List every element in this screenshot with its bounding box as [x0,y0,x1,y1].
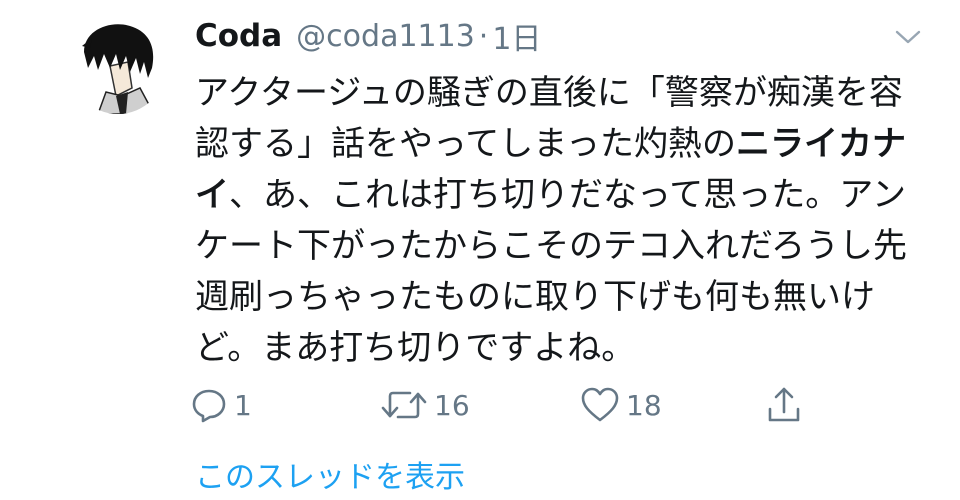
show-thread-link[interactable]: このスレッドを表示 [195,452,465,496]
reply-icon [192,389,226,423]
avatar[interactable] [70,18,166,114]
user-handle[interactable]: @coda1113 [296,19,475,54]
separator-dot: · [478,18,489,54]
like-button[interactable]: 18 [580,380,662,430]
reply-button[interactable]: 1 [190,380,252,430]
more-options-button[interactable] [888,22,928,52]
like-icon [581,387,619,422]
reply-count: 1 [234,388,252,422]
tweet-text: アクタージュの騒ぎの直後に「警察が痴漢を容認する」話をやってしまった灼熱のニライ… [195,68,930,374]
retweet-count: 16 [434,388,470,422]
timestamp[interactable]: 1日 [492,14,541,58]
retweet-button[interactable]: 16 [380,380,470,430]
avatar-image [82,24,155,114]
share-icon [768,387,800,422]
tweet-header: Coda @coda1113 · 1日 [195,10,541,62]
retweet-icon [381,391,427,419]
like-count: 18 [626,388,662,422]
tweet-text-part2: 、あ、これは打ち切りだなって思った。アンケート下がったからこそのテコ入れだろうし… [195,175,907,368]
tweet-actions: 1 16 18 [190,380,820,430]
chevron-down-icon [895,30,921,44]
share-button[interactable] [765,380,803,430]
display-name[interactable]: Coda [195,18,282,54]
